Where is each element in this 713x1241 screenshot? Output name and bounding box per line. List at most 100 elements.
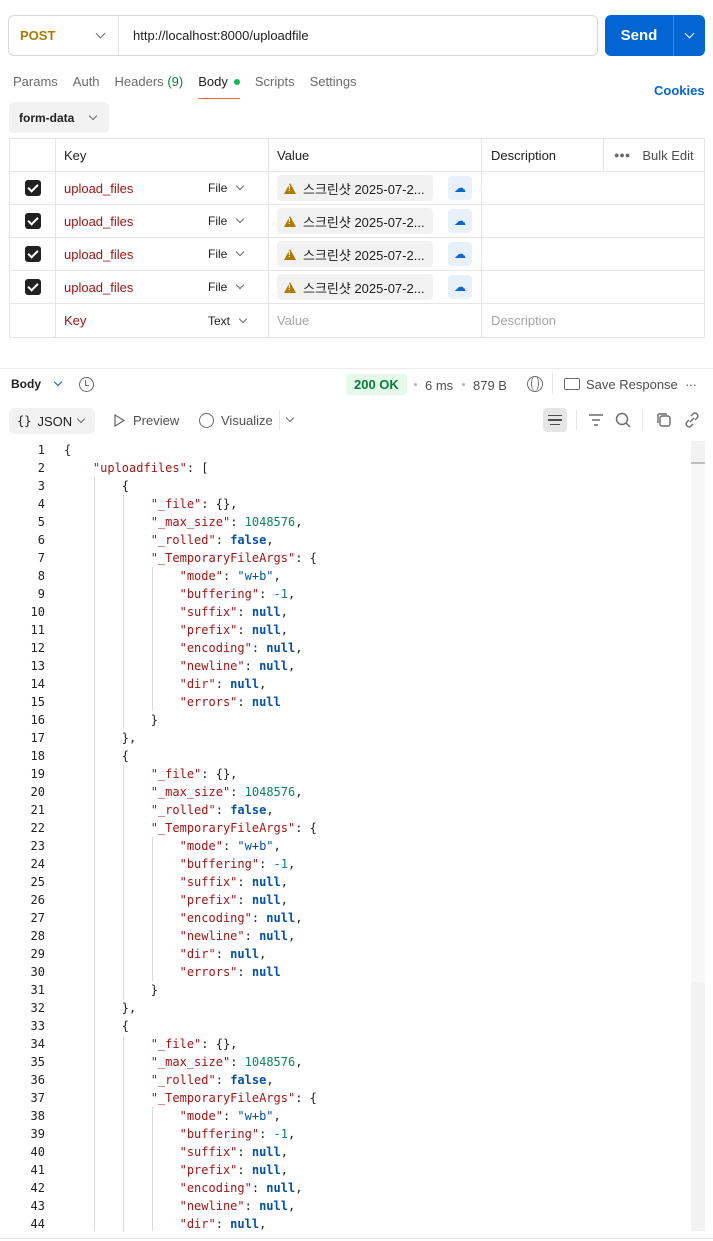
send-options-button[interactable]	[674, 28, 705, 39]
code-line: 40 "suffix": null,	[0, 1143, 690, 1161]
code-line: 29 "dir": null,	[0, 945, 690, 963]
file-chip[interactable]: 스크린샷 2025-07-2...	[277, 274, 433, 300]
body-indicator-dot	[233, 78, 240, 85]
description-cell[interactable]	[482, 271, 704, 303]
chevron-down-icon[interactable]	[285, 413, 295, 423]
file-chip[interactable]: 스크린샷 2025-07-2...	[277, 175, 433, 201]
response-body-select[interactable]: Body	[11, 377, 63, 391]
code-text: "uploadfiles": [	[92, 461, 209, 475]
filter-icon[interactable]	[588, 412, 604, 428]
row-checkbox[interactable]	[24, 279, 41, 295]
tab-scripts[interactable]: Scripts	[255, 74, 295, 99]
line-number: 23	[30, 839, 45, 853]
type-select[interactable]: Text	[208, 314, 268, 328]
type-select[interactable]: File	[208, 280, 268, 294]
type-select[interactable]: File	[208, 247, 268, 261]
view-mode-select[interactable]: {} JSON	[9, 408, 95, 434]
code-line: 16 }	[0, 711, 690, 729]
row-checkbox[interactable]	[24, 246, 41, 262]
method-select[interactable]: POST	[9, 16, 119, 55]
key-cell[interactable]: upload_files File	[56, 271, 269, 303]
link-icon[interactable]	[684, 412, 700, 428]
scrollbar-thumb[interactable]	[691, 462, 705, 982]
cloud-upload-icon[interactable]: ☁	[448, 242, 472, 266]
chevron-down-icon	[684, 28, 695, 39]
description-cell[interactable]	[482, 172, 704, 204]
cloud-upload-icon[interactable]: ☁	[448, 275, 472, 299]
code-text: "_TemporaryFileArgs": {	[150, 1091, 317, 1105]
row-checkbox[interactable]	[24, 213, 41, 229]
search-icon[interactable]	[615, 412, 631, 428]
line-number: 43	[30, 1199, 45, 1213]
response-size[interactable]: 879 B	[473, 378, 507, 393]
code-line: 34 "_file": {},	[0, 1035, 690, 1053]
chevron-down-icon	[236, 280, 245, 290]
key-cell[interactable]: Key Text	[56, 304, 269, 337]
file-name: 스크린샷 2025-07-2...	[303, 280, 425, 296]
chevron-down-icon	[236, 214, 245, 224]
type-select[interactable]: File	[208, 214, 268, 228]
tab-body[interactable]: Body	[198, 74, 240, 99]
code-line: 43 "newline": null,	[0, 1197, 690, 1215]
line-number: 42	[30, 1181, 45, 1195]
tab-headers[interactable]: Headers (9)	[115, 74, 184, 99]
key-cell[interactable]: upload_files File	[56, 172, 269, 204]
tab-params[interactable]: Params	[13, 74, 58, 99]
method-label: POST	[20, 28, 56, 43]
key-cell[interactable]: upload_files File	[56, 238, 269, 270]
cloud-upload-icon[interactable]: ☁	[448, 209, 472, 233]
line-number: 30	[30, 965, 45, 979]
copy-icon[interactable]	[656, 412, 672, 428]
visualize-button[interactable]: Visualize	[199, 413, 273, 428]
line-number: 2	[37, 461, 45, 475]
globe-icon[interactable]	[527, 376, 543, 392]
separator-dot	[414, 383, 417, 386]
response-time[interactable]: 6 ms	[425, 378, 453, 393]
chevron-down-icon	[53, 377, 63, 387]
preview-button[interactable]: Preview	[113, 413, 179, 428]
url-input[interactable]	[119, 16, 597, 55]
code-text: },	[64, 731, 137, 745]
line-number: 41	[30, 1163, 45, 1177]
line-number: 5	[37, 515, 45, 529]
description-cell[interactable]	[482, 205, 704, 237]
description-cell[interactable]: Description	[482, 304, 704, 337]
value-cell: 스크린샷 2025-07-2... ☁	[269, 271, 482, 303]
code-line: 7 "_TemporaryFileArgs": {	[0, 549, 690, 567]
code-line: 36 "_rolled": false,	[0, 1071, 690, 1089]
send-button[interactable]: Send	[605, 15, 705, 56]
line-number: 18	[30, 749, 45, 763]
status-badge[interactable]: 200 OK	[346, 374, 407, 395]
cookies-link[interactable]: Cookies	[654, 83, 705, 98]
body-mode-select[interactable]: form-data	[9, 102, 109, 133]
wrap-lines-button[interactable]	[543, 408, 567, 432]
line-number: 25	[30, 875, 45, 889]
code-text: "dir": null,	[179, 947, 267, 961]
value-cell[interactable]: Value	[269, 304, 482, 337]
code-text: "_max_size": 1048576,	[150, 785, 303, 799]
description-cell[interactable]	[482, 238, 704, 270]
save-response-button[interactable]: Save Response	[586, 377, 678, 392]
key-cell[interactable]: upload_files File	[56, 205, 269, 237]
code-line: 18 {	[0, 747, 690, 765]
history-icon[interactable]	[79, 377, 94, 392]
type-select[interactable]: File	[208, 181, 268, 195]
chevron-down-icon	[89, 111, 98, 120]
tab-settings[interactable]: Settings	[310, 74, 357, 99]
row-checkbox[interactable]	[24, 180, 41, 196]
line-number: 22	[30, 821, 45, 835]
tab-auth[interactable]: Auth	[73, 74, 100, 99]
warning-icon	[284, 182, 296, 194]
file-chip[interactable]: 스크린샷 2025-07-2...	[277, 241, 433, 267]
cloud-upload-icon[interactable]: ☁	[448, 176, 472, 200]
bulk-edit-button[interactable]: ●●● Bulk Edit	[604, 148, 704, 163]
chevron-down-icon	[236, 247, 245, 257]
wrap-line	[550, 423, 560, 426]
code-line: 21 "_rolled": false,	[0, 801, 690, 819]
file-chip[interactable]: 스크린샷 2025-07-2...	[277, 208, 433, 234]
line-number: 21	[30, 803, 45, 817]
more-options-icon[interactable]: ···	[685, 376, 697, 392]
code-text: "newline": null,	[179, 659, 296, 673]
response-json-viewer[interactable]: 1{ 2 "uploadfiles": [ 3 { 4 "_file": {},…	[0, 441, 690, 1231]
code-line: 27 "encoding": null,	[0, 909, 690, 927]
